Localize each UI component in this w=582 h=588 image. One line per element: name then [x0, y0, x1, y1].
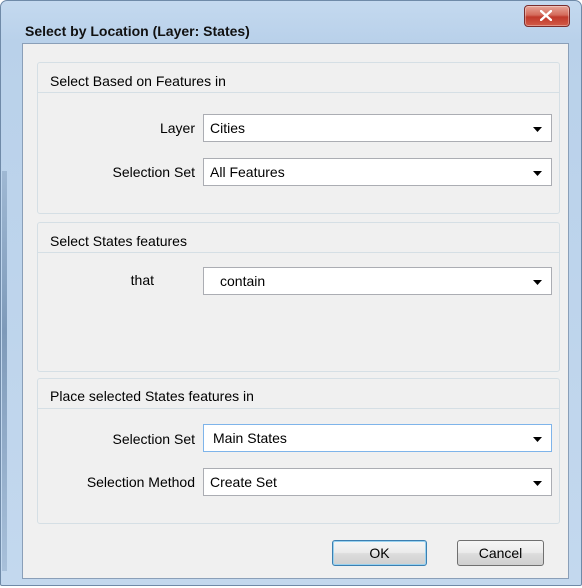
- close-button[interactable]: [524, 5, 570, 27]
- group-place-selected: Place selected States features in Select…: [37, 378, 560, 524]
- selection-set-dropdown-value: All Features: [210, 164, 285, 180]
- group-title-select-states: Select States features: [50, 233, 190, 249]
- spatial-relation-dropdown[interactable]: contain: [203, 267, 552, 295]
- chevron-down-icon: [533, 481, 542, 486]
- ok-button[interactable]: OK: [332, 540, 427, 566]
- target-selection-set-label: Selection Set: [112, 431, 196, 447]
- selection-method-dropdown[interactable]: Create Set: [203, 468, 552, 496]
- group-title-based-on: Select Based on Features in: [50, 73, 229, 89]
- target-selection-set-value: Main States: [213, 430, 287, 446]
- group-select-based-on: Select Based on Features in Layer Cities…: [37, 62, 560, 214]
- window-frame-edge: [2, 171, 7, 571]
- chevron-down-icon: [533, 171, 542, 176]
- title-bar[interactable]: Select by Location (Layer: States): [1, 1, 581, 43]
- selection-method-label: Selection Method: [86, 474, 195, 490]
- cancel-button[interactable]: Cancel: [457, 540, 544, 566]
- chevron-down-icon: [533, 280, 542, 285]
- chevron-down-icon: [533, 437, 542, 442]
- layer-dropdown[interactable]: Cities: [203, 114, 552, 142]
- layer-dropdown-value: Cities: [210, 120, 246, 136]
- group-title-place-selected: Place selected States features in: [50, 388, 257, 404]
- selection-method-value: Create Set: [210, 474, 277, 490]
- dialog-client-area: Select Based on Features in Layer Cities…: [22, 43, 569, 579]
- that-label: that: [130, 272, 154, 288]
- close-icon: [540, 10, 552, 21]
- selection-set-label: Selection Set: [112, 164, 196, 180]
- chevron-down-icon: [533, 127, 542, 132]
- dialog-window: Select by Location (Layer: States) Selec…: [0, 0, 582, 586]
- selection-set-dropdown[interactable]: All Features: [203, 158, 552, 186]
- group-select-states-features: Select States features that contain: [37, 222, 560, 372]
- target-selection-set-dropdown[interactable]: Main States: [203, 424, 552, 452]
- window-title: Select by Location (Layer: States): [25, 23, 250, 39]
- layer-label: Layer: [159, 120, 195, 136]
- spatial-relation-value: contain: [220, 273, 266, 289]
